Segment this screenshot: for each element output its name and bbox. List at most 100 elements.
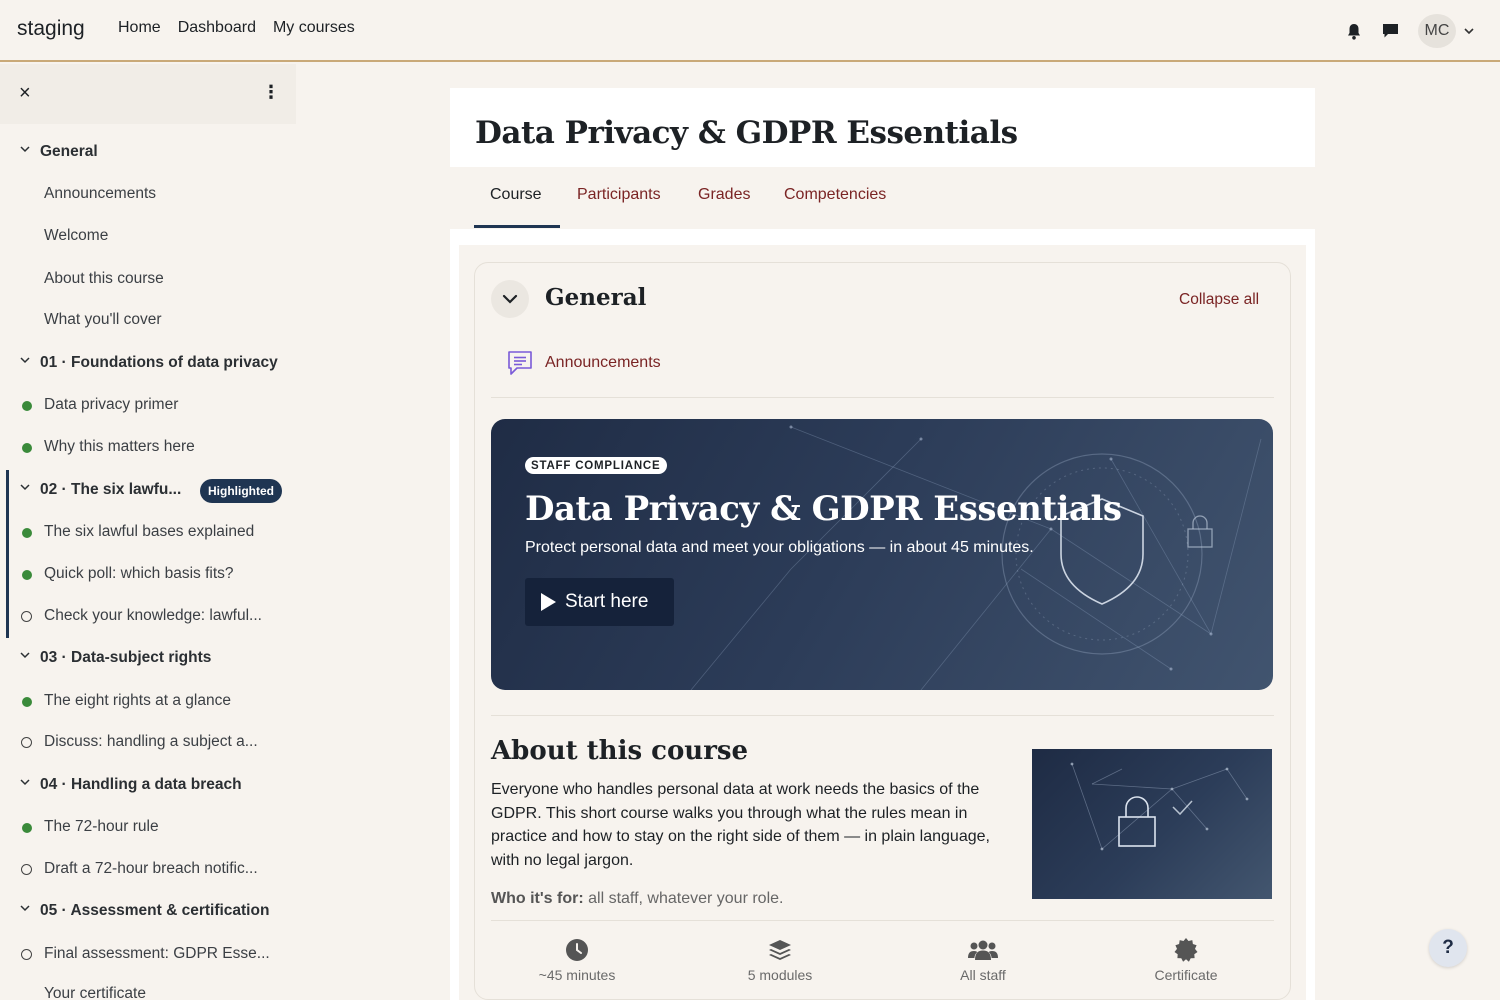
stat-label: Certificate [1154, 967, 1218, 983]
index-item-label: Why this matters here [44, 438, 195, 455]
hero-title: Data Privacy & GDPR Essentials [525, 489, 1122, 529]
divider [491, 920, 1274, 921]
index-item-eight-rights[interactable]: The eight rights at a glance [0, 681, 296, 721]
hero-category-tag: STAFF COMPLIANCE [525, 457, 667, 474]
stat-duration: ~45 minutes [497, 935, 657, 983]
index-section-label: General [40, 143, 98, 160]
nav-link-home[interactable]: Home [118, 19, 161, 37]
nav-link-dashboard[interactable]: Dashboard [178, 19, 256, 37]
tab-participants[interactable]: Participants [577, 186, 661, 204]
index-item-label: Quick poll: which basis fits? [44, 565, 234, 582]
site-brand[interactable]: staging [17, 17, 85, 41]
audience-line: Who it's for: all staff, whatever your r… [491, 890, 783, 908]
index-item-check-knowledge[interactable]: Check your knowledge: lawful... [0, 596, 296, 636]
course-illustration [1032, 749, 1272, 899]
tab-course[interactable]: Course [490, 186, 542, 204]
top-navbar: staging Home Dashboard My courses MC [0, 0, 1500, 62]
chevron-down-icon[interactable] [20, 903, 30, 915]
completed-dot-icon [22, 697, 32, 707]
incomplete-circle-icon [21, 864, 32, 875]
about-title: About this course [491, 736, 749, 766]
collapse-all-link[interactable]: Collapse all [1179, 291, 1259, 309]
forum-icon [506, 349, 534, 382]
section-collapse-button[interactable] [491, 280, 529, 318]
announcements-link[interactable]: Announcements [545, 354, 661, 372]
index-item-six-lawful-bases[interactable]: The six lawful bases explained [0, 512, 296, 552]
index-item-quick-poll[interactable]: Quick poll: which basis fits? [0, 554, 296, 594]
index-item-label: The eight rights at a glance [44, 692, 231, 709]
stat-audience: All staff [903, 935, 1063, 983]
index-item-label: The 72-hour rule [44, 818, 159, 835]
index-item-label: Check your knowledge: lawful... [44, 607, 262, 624]
close-icon[interactable]: × [19, 82, 31, 105]
chevron-down-icon[interactable] [20, 482, 30, 494]
index-item-data-privacy-primer[interactable]: Data privacy primer [0, 385, 296, 425]
start-here-label: Start here [565, 591, 649, 612]
index-item-welcome[interactable]: Welcome [0, 216, 296, 256]
index-section-04[interactable]: 04 · Handling a data breach [0, 765, 296, 805]
bell-icon[interactable] [1336, 14, 1372, 48]
primary-navigation: Home Dashboard My courses [118, 19, 372, 37]
chevron-down-icon[interactable] [20, 144, 30, 156]
certificate-icon [1106, 935, 1266, 965]
index-section-general[interactable]: General [0, 132, 296, 172]
stat-certificate: Certificate [1106, 935, 1266, 983]
completed-dot-icon [22, 401, 32, 411]
completed-dot-icon [22, 570, 32, 580]
index-item-why-this-matters[interactable]: Why this matters here [0, 427, 296, 467]
index-item-what-youll-cover[interactable]: What you'll cover [0, 300, 296, 340]
chevron-down-icon[interactable] [20, 777, 30, 789]
index-item-your-certificate[interactable]: Your certificate [0, 974, 296, 1000]
index-item-announcements[interactable]: Announcements [0, 174, 296, 214]
index-section-03[interactable]: 03 · Data-subject rights [0, 638, 296, 678]
chevron-down-icon[interactable] [20, 355, 30, 367]
hero-banner: STAFF COMPLIANCE Data Privacy & GDPR Ess… [491, 419, 1273, 690]
users-icon [903, 935, 1063, 965]
incomplete-circle-icon [21, 737, 32, 748]
index-item-label: Welcome [44, 227, 109, 244]
tab-competencies[interactable]: Competencies [784, 186, 886, 204]
incomplete-circle-icon [21, 611, 32, 622]
index-item-about-this-course[interactable]: About this course [0, 259, 296, 299]
course-tabs: Course Participants Grades Competencies [450, 167, 1315, 229]
section-title: General [545, 284, 647, 311]
index-item-draft-breach[interactable]: Draft a 72-hour breach notific... [0, 849, 296, 889]
divider [491, 715, 1274, 716]
chevron-down-icon [502, 294, 518, 304]
chat-icon[interactable] [1372, 14, 1408, 48]
start-here-button[interactable]: Start here [525, 578, 674, 626]
index-item-final-assessment[interactable]: Final assessment: GDPR Esse... [0, 934, 296, 974]
index-section-02[interactable]: 02 · The six lawfu... Highlighted [0, 470, 296, 510]
index-item-label: Final assessment: GDPR Esse... [44, 945, 270, 962]
chevron-down-icon[interactable] [1464, 24, 1474, 38]
completed-dot-icon [22, 528, 32, 538]
help-button[interactable]: ? [1429, 929, 1467, 967]
index-item-72-hour-rule[interactable]: The 72-hour rule [0, 807, 296, 847]
chevron-down-icon[interactable] [20, 650, 30, 662]
index-section-01[interactable]: 01 · Foundations of data privacy [0, 343, 296, 383]
tab-grades[interactable]: Grades [698, 186, 750, 204]
index-section-label: 05 · Assessment & certification [40, 902, 270, 919]
stat-label: ~45 minutes [538, 967, 616, 983]
play-icon [541, 593, 556, 611]
index-item-label: What you'll cover [44, 311, 162, 328]
navbar-actions: MC [1336, 14, 1474, 48]
kebab-menu-icon[interactable]: ⋮ [262, 82, 280, 103]
index-section-label: 03 · Data-subject rights [40, 649, 212, 666]
stat-modules: 5 modules [700, 935, 860, 983]
completed-dot-icon [22, 823, 32, 833]
index-item-label: Announcements [44, 185, 157, 202]
index-section-label: 02 · The six lawfu... [40, 481, 182, 498]
index-section-05[interactable]: 05 · Assessment & certification [0, 891, 296, 931]
active-tab-indicator [474, 225, 560, 228]
incomplete-circle-icon [21, 949, 32, 960]
index-item-label: Draft a 72-hour breach notific... [44, 860, 258, 877]
index-item-label: The six lawful bases explained [44, 523, 255, 540]
hero-subtitle: Protect personal data and meet your obli… [525, 539, 1034, 556]
user-avatar[interactable]: MC [1418, 14, 1456, 48]
lock-illustration [1070, 762, 1249, 851]
index-section-label: 04 · Handling a data breach [40, 776, 242, 793]
page-title: Data Privacy & GDPR Essentials [475, 115, 1018, 151]
index-item-discuss-subject[interactable]: Discuss: handling a subject a... [0, 722, 296, 762]
nav-link-my-courses[interactable]: My courses [273, 19, 355, 37]
